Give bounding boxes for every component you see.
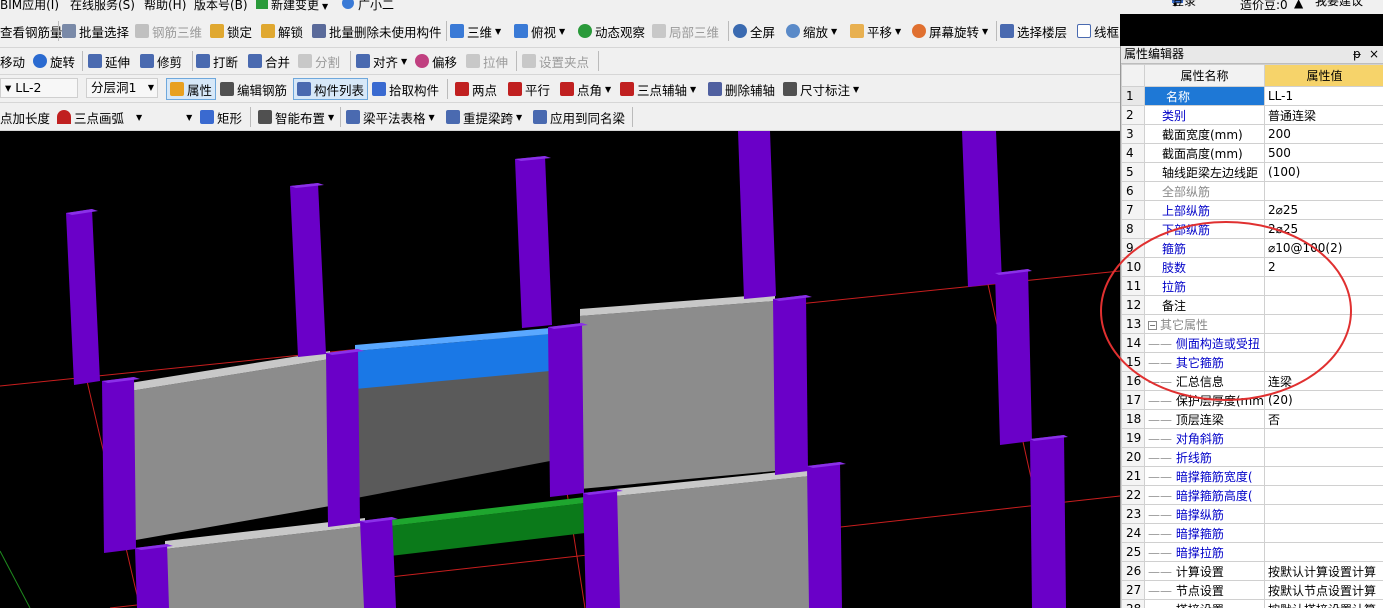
annotation-overlay — [1100, 221, 1352, 401]
annotation-circle — [1100, 221, 1352, 401]
